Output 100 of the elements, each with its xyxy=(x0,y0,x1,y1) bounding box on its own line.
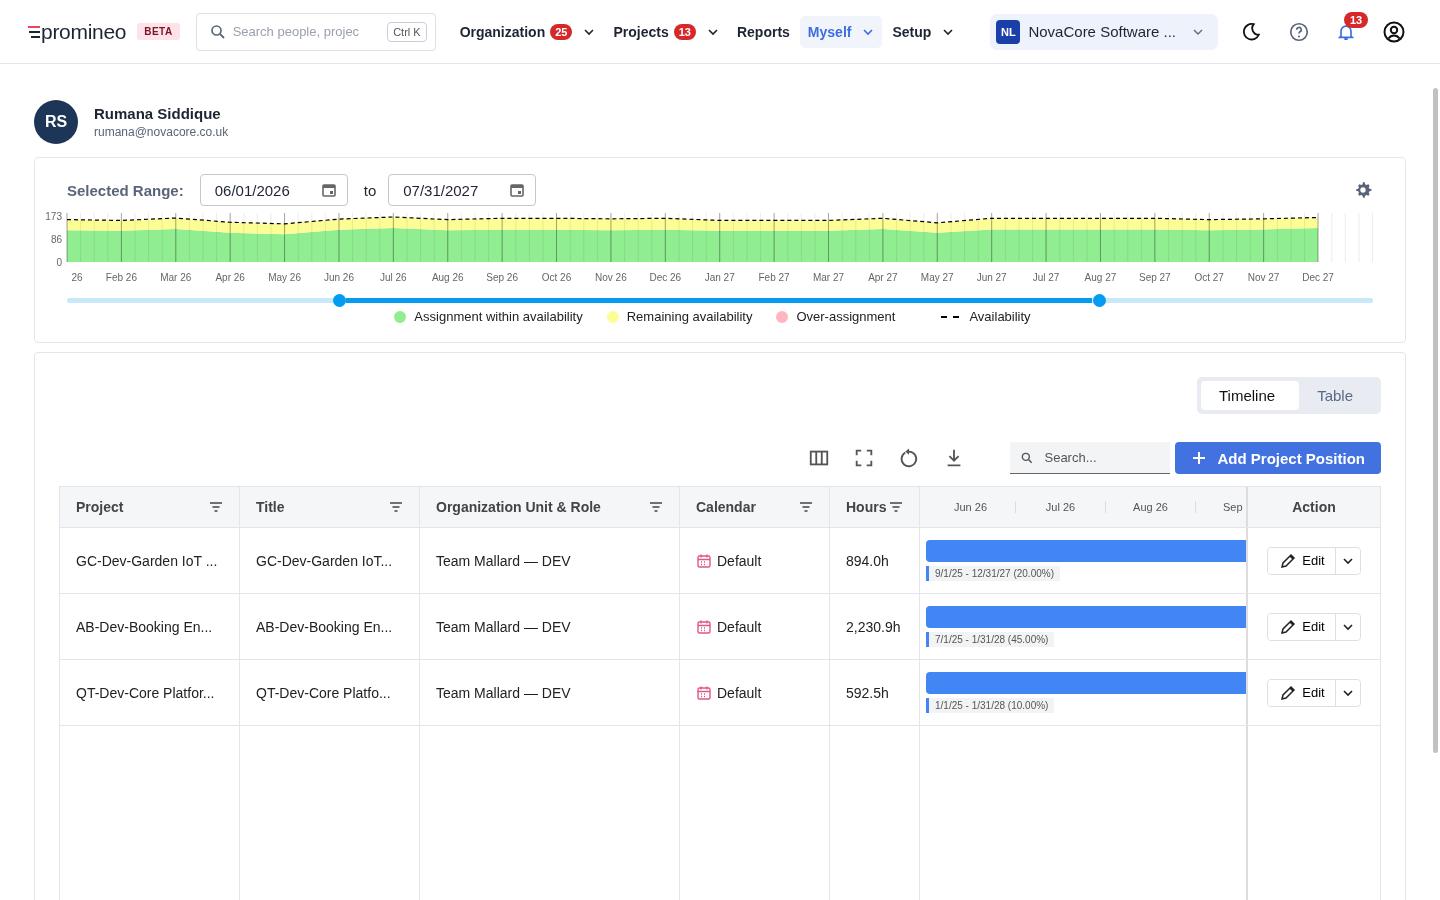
count-badge: 25 xyxy=(550,23,573,40)
user-account-icon[interactable] xyxy=(1382,19,1406,44)
company-switcher[interactable]: NL NovaCore Software ... xyxy=(990,13,1218,50)
table-cell: GC-Dev-Garden IoT ... xyxy=(60,528,240,593)
table-cell: 592.5h xyxy=(830,660,920,725)
beta-badge: BETA xyxy=(137,23,180,40)
legend-dash-icon xyxy=(941,314,962,319)
pencil-icon xyxy=(1280,552,1297,569)
global-search-field[interactable]: Search people, projec Ctrl K xyxy=(195,12,436,51)
x-axis-label: Jun 26 xyxy=(323,272,354,283)
user-name: Rumana Siddique xyxy=(94,105,222,122)
pencil-icon xyxy=(1280,684,1297,701)
x-axis-label: Mar 27 xyxy=(812,272,845,283)
nav-menu-item[interactable]: Myself xyxy=(799,15,883,48)
calendar-icon xyxy=(509,182,526,198)
legend-label: Over-assignment xyxy=(796,309,896,324)
x-axis-label: Dec 26 xyxy=(649,272,682,283)
search-input[interactable]: Search... xyxy=(1042,449,1157,466)
x-axis-label: Jun 27 xyxy=(976,272,1007,283)
gantt-bar-label: 1/1/25 - 1/31/28 (10.00%) xyxy=(926,698,1055,713)
calendar-name: Default xyxy=(717,684,762,701)
gantt-bar-label: 9/1/25 - 12/31/27 (20.00%) xyxy=(926,566,1060,581)
user-avatar: RS xyxy=(34,100,78,144)
y-axis-label: 173 xyxy=(45,211,62,223)
x-axis-label: Nov 26 xyxy=(595,272,627,283)
view-tab[interactable]: Table xyxy=(1299,381,1377,410)
nav-menu-item[interactable]: Reports xyxy=(728,15,798,48)
column-header[interactable]: Title xyxy=(240,487,420,527)
table-cell: QT-Dev-Core Platfo... xyxy=(240,660,420,725)
x-axis-label: Mar 26 xyxy=(160,272,192,283)
date-field[interactable]: 06/01/2026 xyxy=(199,174,348,206)
column-header[interactable]: Project xyxy=(60,487,240,527)
range-separator: to xyxy=(363,181,377,199)
table-cell: 894.0h xyxy=(830,528,920,593)
table-cell: Team Mallard — DEV xyxy=(420,528,680,593)
x-axis-label: May 27 xyxy=(920,272,954,283)
table-cell: GC-Dev-Garden IoT... xyxy=(240,528,420,593)
timeline-month-label: Sep xyxy=(1222,501,1244,513)
y-axis-label: 0 xyxy=(56,257,62,268)
gantt-bar-label: 7/1/25 - 1/31/28 (45.00%) xyxy=(926,632,1055,647)
column-header[interactable]: Organization Unit & Role xyxy=(420,487,680,527)
x-axis-label: Jul 27 xyxy=(1032,272,1060,283)
view-tab[interactable]: Timeline xyxy=(1201,381,1300,410)
calendar-name: Default xyxy=(717,618,762,635)
shortcut-hint: Ctrl K xyxy=(387,21,427,42)
x-axis-label: Jan 27 xyxy=(704,272,735,283)
x-axis-label: Sep 26 xyxy=(486,272,518,283)
nav-menu-item[interactable]: Setup xyxy=(884,15,963,48)
moon-icon[interactable] xyxy=(1240,20,1262,43)
add-project-position-button[interactable]: Add Project Position xyxy=(1175,442,1381,474)
range-slider-handle[interactable] xyxy=(332,294,346,307)
legend-label: Assignment within availability xyxy=(414,309,583,324)
table-cell: AB-Dev-Booking En... xyxy=(60,594,240,659)
nav-menu-item[interactable]: Organization 25 xyxy=(451,15,604,48)
x-axis-label: Jul 26 xyxy=(380,272,407,283)
date-field[interactable]: 07/31/2027 xyxy=(388,174,537,206)
edit-button[interactable]: Edit xyxy=(1268,547,1336,574)
search-icon xyxy=(1020,450,1035,465)
x-axis-label: 26 xyxy=(71,272,83,283)
timeline-month-label: Jul 26 xyxy=(1016,501,1106,513)
y-axis-label: 86 xyxy=(50,234,62,246)
legend-label: Remaining availability xyxy=(626,309,753,324)
table-cell: Team Mallard — DEV xyxy=(420,660,680,725)
calendar-icon xyxy=(696,552,712,569)
logo-stripes-icon xyxy=(28,23,40,40)
edit-button[interactable]: Edit xyxy=(1268,613,1336,640)
x-axis-label: Nov 27 xyxy=(1247,272,1280,283)
notification-badge: 13 xyxy=(1344,11,1369,28)
x-axis-label: Oct 26 xyxy=(541,272,572,283)
x-axis-label: Apr 26 xyxy=(215,272,245,283)
timeline-month-label: Jun 26 xyxy=(926,501,1016,513)
company-avatar: NL xyxy=(996,19,1021,44)
table-search-field[interactable]: Search... xyxy=(1010,442,1171,474)
nav-menu-item[interactable]: Projects 13 xyxy=(605,15,727,48)
plus-icon xyxy=(1191,450,1208,466)
x-axis-label: Oct 27 xyxy=(1194,272,1224,283)
x-axis-label: Sep 27 xyxy=(1138,272,1171,283)
table-cell: QT-Dev-Core Platfor... xyxy=(60,660,240,725)
range-label: Selected Range: xyxy=(67,181,184,199)
settings-icon[interactable] xyxy=(1353,180,1373,200)
column-header: Action xyxy=(1291,498,1337,517)
table-cell: 2,230.9h xyxy=(830,594,920,659)
help-icon[interactable] xyxy=(1288,20,1310,43)
pencil-icon xyxy=(1280,618,1297,635)
count-badge: 13 xyxy=(673,23,696,40)
column-header[interactable]: Calendar xyxy=(680,487,830,527)
calendar-icon xyxy=(320,182,337,198)
user-email: rumana@novacore.co.uk xyxy=(94,125,229,139)
x-axis-label: Feb 27 xyxy=(758,272,790,283)
logo: promineo xyxy=(41,19,127,44)
calendar-name: Default xyxy=(717,552,762,569)
x-axis-label: Aug 26 xyxy=(431,272,464,283)
range-slider-handle[interactable] xyxy=(1092,294,1106,307)
x-axis-label: Aug 27 xyxy=(1084,272,1117,283)
timeline-month-label: Aug 26 xyxy=(1106,501,1196,513)
table-cell: Team Mallard — DEV xyxy=(420,594,680,659)
calendar-icon xyxy=(696,618,712,635)
column-header[interactable]: Hours xyxy=(830,487,920,527)
calendar-icon xyxy=(696,684,712,701)
edit-button[interactable]: Edit xyxy=(1268,679,1336,706)
